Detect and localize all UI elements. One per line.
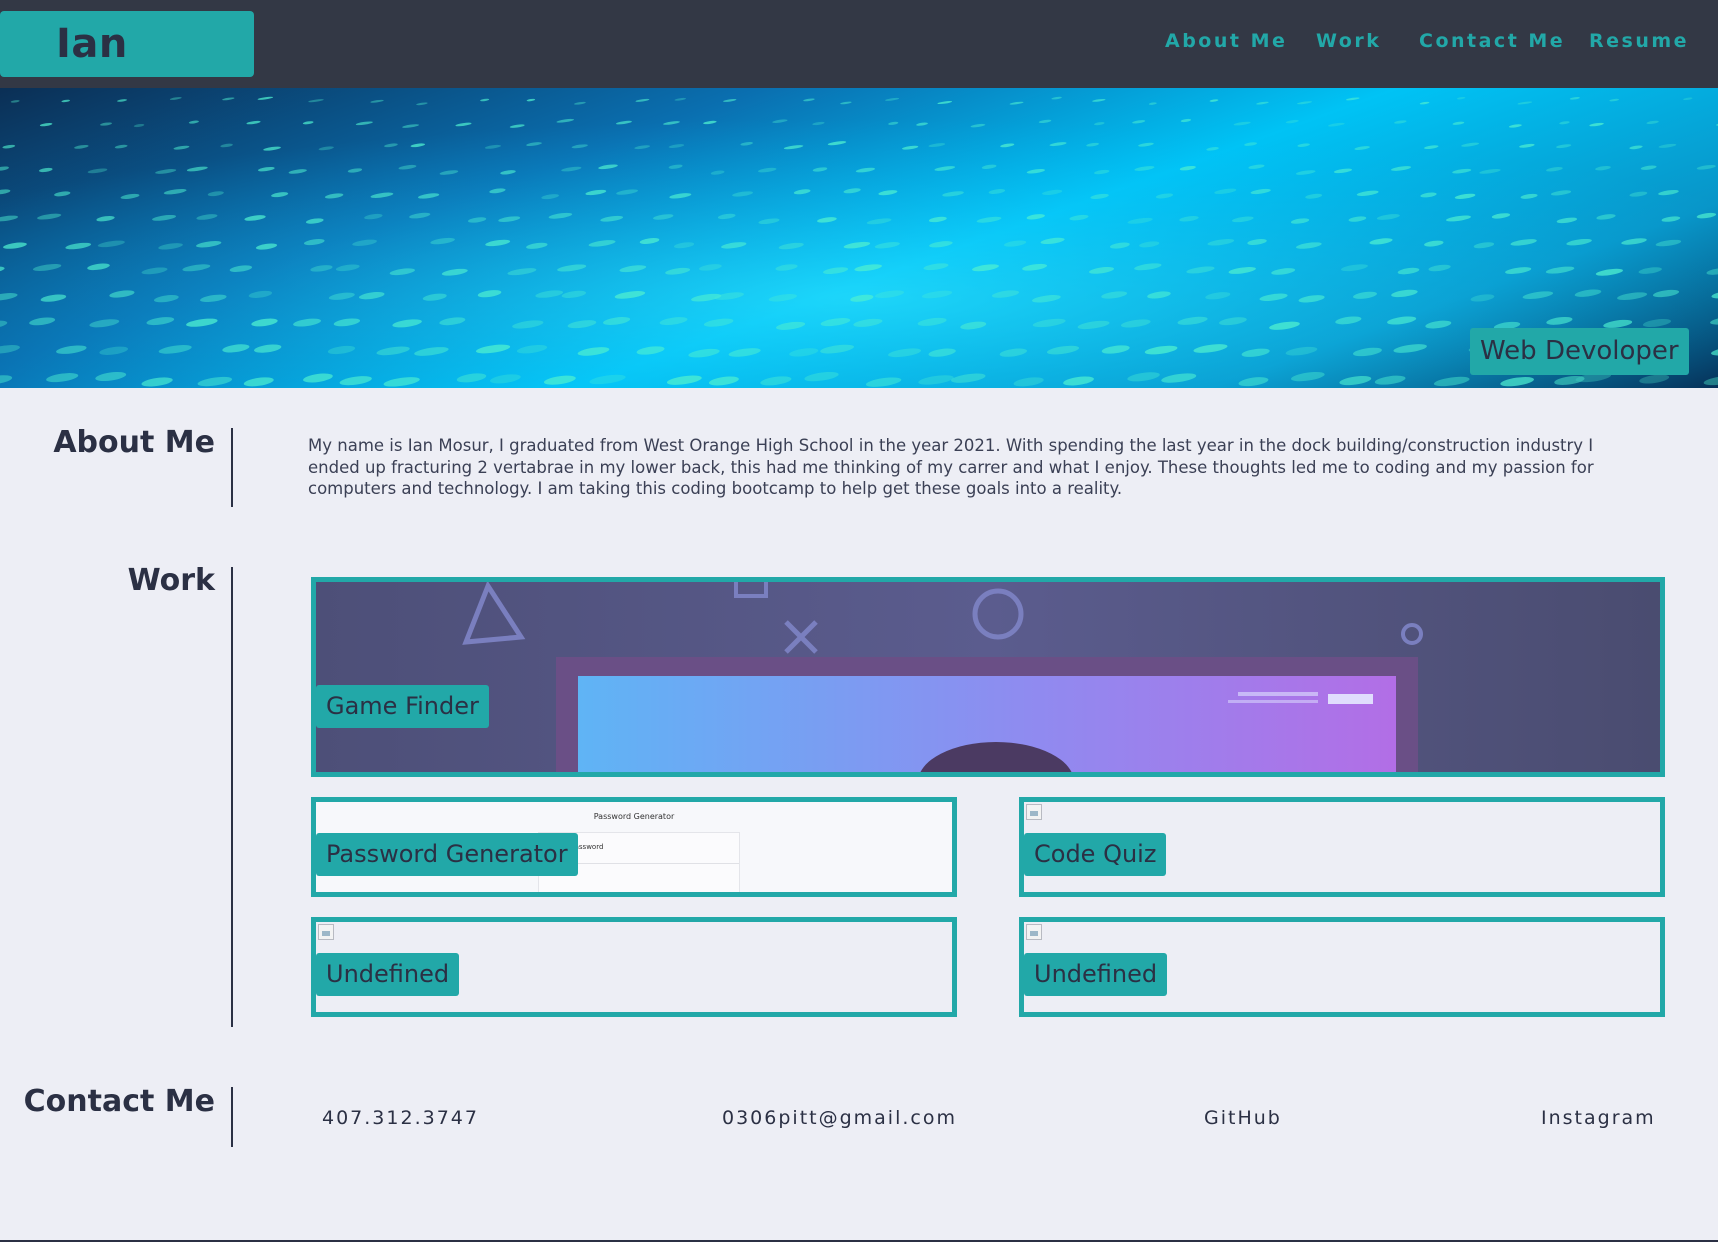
broken-image-icon [318,924,334,940]
about-divider [231,428,233,507]
contact-github-link[interactable]: GitHub [1204,1107,1282,1129]
project-card-code-quiz[interactable]: Code Quiz [1019,797,1665,897]
about-heading: About Me [53,425,215,460]
project-card-game-finder[interactable]: Game Finder [311,577,1665,777]
contact-phone-link[interactable]: 407.312.3747 [322,1107,479,1129]
main-nav: About Me Work Contact Me Resume [0,30,1718,60]
project-label: Password Generator [316,833,578,876]
nav-link-work[interactable]: Work [1316,30,1381,52]
project-card-undefined[interactable]: Undefined [1019,917,1665,1017]
binary-digits-background [0,88,1718,388]
contact-heading: Contact Me [23,1084,215,1119]
project-label: Undefined [316,953,460,996]
nav-link-contact-me[interactable]: Contact Me [1419,30,1565,52]
project-card-password-generator[interactable]: Password Generator enrate a Password Pas… [311,797,957,897]
top-navbar: Ian Mosur About Me Work Contact Me Resum… [0,0,1718,133]
work-heading: Work [127,563,215,598]
contact-instagram-link[interactable]: Instagram [1541,1107,1656,1129]
broken-image-icon [1026,924,1042,940]
project-label: Code Quiz [1024,833,1167,876]
broken-image-icon [1026,804,1042,820]
nav-link-resume[interactable]: Resume [1589,30,1689,52]
about-paragraph: My name is Ian Mosur, I graduated from W… [308,436,1594,498]
preview-title: Password Generator [593,812,675,821]
hero-banner [0,88,1718,388]
contact-divider [231,1087,233,1147]
project-label: Game Finder [316,685,489,728]
project-label: Undefined [1024,953,1168,996]
contact-email-link[interactable]: 0306pitt@gmail.com [722,1107,957,1129]
role-badge: Web Devoloper [1470,328,1689,375]
project-card-undefined[interactable]: Undefined [311,917,957,1017]
nav-link-about-me[interactable]: About Me [1165,30,1287,52]
work-divider [231,567,233,1027]
game-finder-screenshot [316,582,1660,772]
